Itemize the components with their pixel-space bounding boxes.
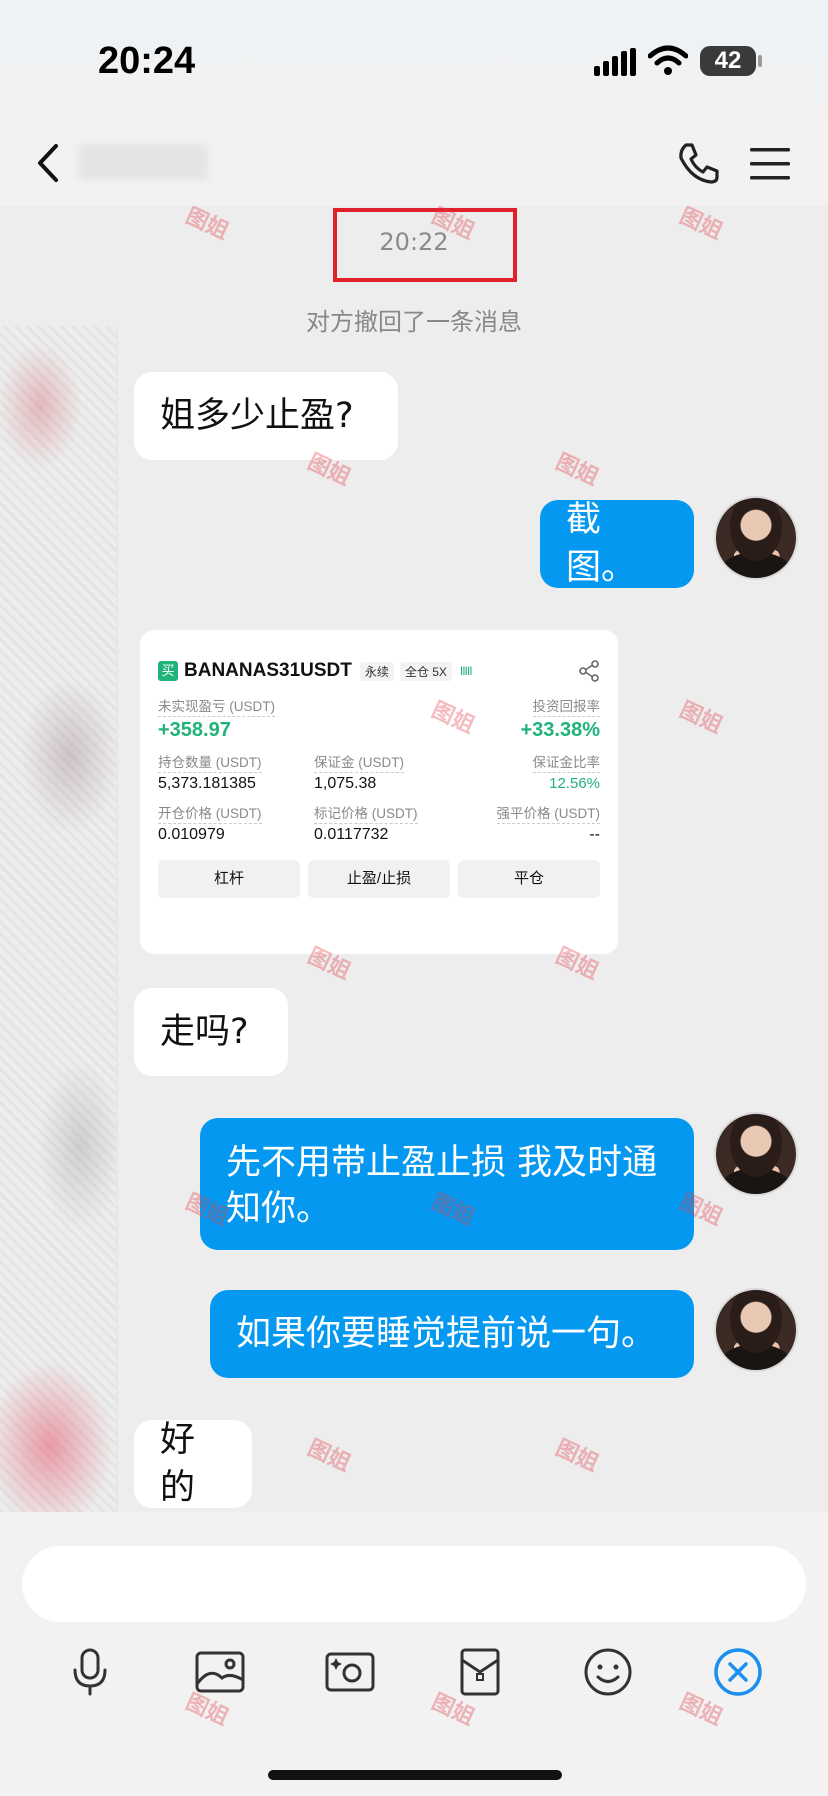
margin-mode-tag: 全仓 5X (399, 661, 452, 681)
message-text: 截图。 (566, 500, 637, 588)
entry-price-label: 开仓价格 (USDT) (158, 805, 262, 824)
camera-icon[interactable] (322, 1644, 378, 1700)
margin-ratio-value: 12.56% (549, 775, 600, 792)
menu-icon[interactable] (748, 144, 792, 184)
avatar[interactable] (714, 496, 798, 580)
status-bar: 20:24 42 (0, 0, 828, 120)
outgoing-message[interactable]: 如果你要睡觉提前说一句。 (210, 1290, 694, 1378)
signal-icon (594, 48, 636, 76)
unrealized-pnl-value: +358.97 (158, 719, 231, 741)
chat-header (0, 120, 828, 206)
outgoing-message[interactable]: 先不用带止盈止损 我及时通知你。 (200, 1118, 694, 1250)
buy-tag: 买 (158, 661, 178, 681)
roi-label: 投资回报率 (532, 698, 600, 717)
recall-notice: 对方撤回了一条消息 (306, 308, 522, 336)
message-text: 如果你要睡觉提前说一句。 (236, 1314, 657, 1354)
leverage-bars: IIIII (459, 664, 473, 678)
mark-price-label: 标记价格 (USDT) (314, 805, 418, 824)
image-icon[interactable] (192, 1644, 248, 1700)
red-packet-icon[interactable] (452, 1644, 508, 1700)
watermark: 图姐 (303, 1435, 355, 1477)
avatar[interactable] (714, 1288, 798, 1372)
chat-message-list[interactable]: 20:22 对方撤回了一条消息 姐多少止盈? 截图。 买 BANANAS31US… (0, 206, 828, 1512)
message-text: 先不用带止盈止损 我及时通知你。 (226, 1143, 658, 1229)
leverage-button[interactable]: 杠杆 (158, 860, 300, 898)
watermark: 图姐 (675, 697, 727, 739)
margin-ratio-label: 保证金比率 (532, 754, 600, 773)
incoming-message[interactable]: 姐多少止盈? (134, 372, 398, 460)
tp-sl-button[interactable]: 止盈/止损 (308, 860, 450, 898)
contact-name (78, 144, 208, 180)
margin-label: 保证金 (USDT) (314, 754, 404, 773)
incoming-message[interactable]: 好的 (134, 1420, 252, 1508)
watermark: 图姐 (551, 449, 603, 491)
watermark: 图姐 (551, 1435, 603, 1477)
back-button[interactable] (28, 138, 68, 188)
decorative-side-image (0, 326, 118, 1512)
mark-price-value: 0.0117732 (314, 826, 389, 843)
share-icon[interactable] (578, 660, 600, 682)
status-time: 20:24 (98, 40, 196, 82)
wifi-icon (648, 45, 688, 75)
entry-price-value: 0.010979 (158, 826, 225, 843)
position-qty-label: 持仓数量 (USDT) (158, 754, 262, 773)
incoming-message[interactable]: 走吗? (134, 988, 288, 1076)
position-screenshot-card[interactable]: 买 BANANAS31USDT 永续 全仓 5X IIIII 未实现盈亏 (US… (140, 630, 618, 954)
home-indicator[interactable] (268, 1770, 562, 1780)
message-timestamp: 20:22 (379, 228, 449, 256)
trade-symbol: BANANAS31USDT (184, 660, 352, 681)
contract-type-tag: 永续 (359, 661, 394, 681)
close-position-button[interactable]: 平仓 (458, 860, 600, 898)
message-input[interactable] (22, 1546, 806, 1622)
close-icon[interactable] (710, 1644, 766, 1700)
microphone-icon[interactable] (62, 1644, 118, 1700)
emoji-icon[interactable] (580, 1644, 636, 1700)
position-qty-value: 5,373.181385 (158, 775, 256, 792)
outgoing-message[interactable]: 截图。 (540, 500, 694, 588)
roi-value: +33.38% (520, 719, 600, 741)
liq-price-value: -- (589, 826, 600, 843)
margin-value: 1,075.38 (314, 775, 377, 792)
liq-price-label: 强平价格 (USDT) (496, 805, 600, 824)
battery-cap (758, 55, 762, 67)
battery-indicator: 42 (700, 46, 756, 76)
input-panel: 图姐 图姐 图姐 (0, 1512, 828, 1796)
message-text: 姐多少止盈? (160, 396, 354, 436)
message-text: 好的 (160, 1420, 196, 1508)
avatar[interactable] (714, 1112, 798, 1196)
message-text: 走吗? (160, 1012, 249, 1052)
phone-call-icon[interactable] (676, 140, 720, 186)
unrealized-pnl-label: 未实现盈亏 (USDT) (158, 698, 275, 717)
